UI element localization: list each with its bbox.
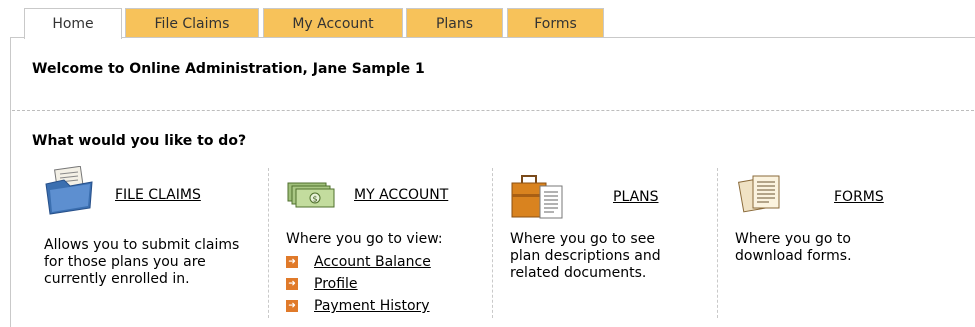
- file-claims-link[interactable]: FILE CLAIMS: [115, 187, 201, 203]
- tab-file-claims[interactable]: File Claims: [125, 8, 259, 38]
- section-heading: What would you like to do?: [32, 133, 247, 149]
- divider: [12, 110, 974, 111]
- arrow-right-icon: ➜: [286, 256, 298, 268]
- payment-history-link[interactable]: Payment History: [314, 298, 430, 314]
- svg-text:$: $: [313, 195, 318, 204]
- file-claims-description: Allows you to submit claims for those pl…: [44, 237, 240, 287]
- tab-home[interactable]: Home: [24, 8, 122, 39]
- my-account-description: Where you go to view:: [286, 231, 443, 247]
- briefcase-icon[interactable]: [510, 174, 564, 226]
- money-icon[interactable]: $: [286, 181, 336, 213]
- tab-bar: Home File Claims My Account Plans Forms: [0, 0, 975, 39]
- welcome-message: Welcome to Online Administration, Jane S…: [32, 61, 425, 77]
- plans-description: Where you go to see plan descriptions an…: [510, 231, 661, 281]
- plans-link[interactable]: PLANS: [613, 189, 659, 205]
- list-item[interactable]: ➜ Payment History: [286, 296, 430, 316]
- column-divider: [268, 168, 269, 318]
- list-item[interactable]: ➜ Profile: [286, 274, 358, 294]
- my-account-link[interactable]: MY ACCOUNT: [354, 187, 448, 203]
- arrow-right-icon: ➜: [286, 300, 298, 312]
- forms-link[interactable]: FORMS: [834, 189, 884, 205]
- account-balance-link[interactable]: Account Balance: [314, 254, 431, 270]
- profile-link[interactable]: Profile: [314, 276, 358, 292]
- arrow-right-icon: ➜: [286, 278, 298, 290]
- tab-plans[interactable]: Plans: [406, 8, 503, 38]
- tab-forms[interactable]: Forms: [507, 8, 604, 38]
- column-divider: [492, 168, 493, 318]
- documents-icon[interactable]: [737, 174, 785, 218]
- folder-icon[interactable]: [44, 165, 96, 220]
- list-item[interactable]: ➜ Account Balance: [286, 252, 431, 272]
- column-divider: [717, 168, 718, 318]
- forms-description: Where you go to download forms.: [735, 231, 852, 264]
- tab-my-account[interactable]: My Account: [263, 8, 403, 38]
